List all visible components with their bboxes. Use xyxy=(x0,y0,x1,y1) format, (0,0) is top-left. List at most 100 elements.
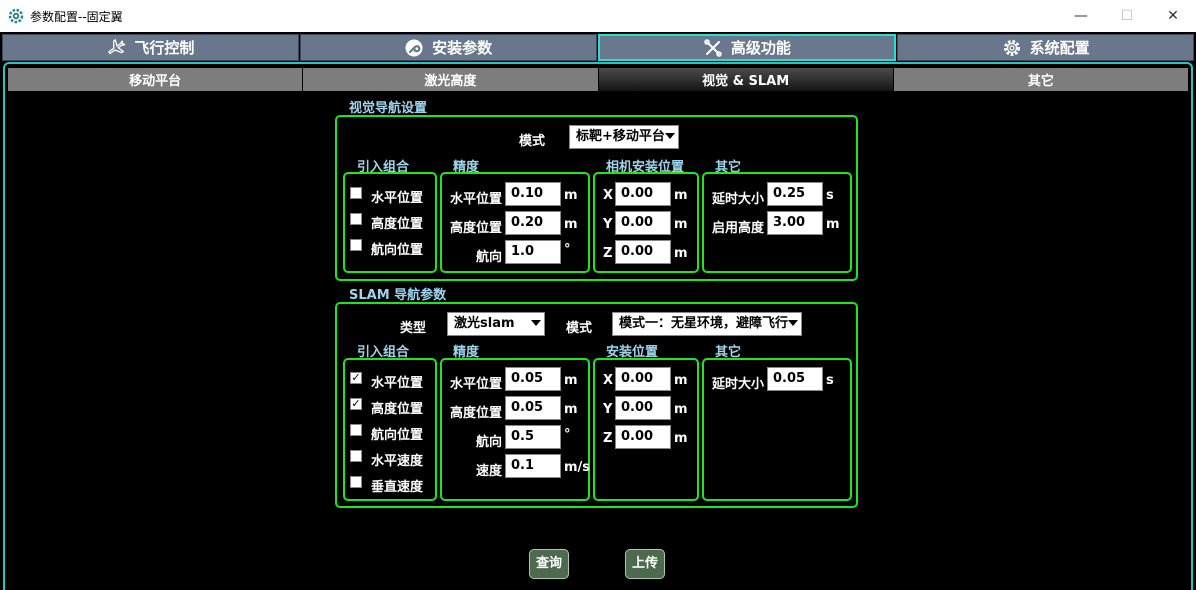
slam-mode-value: 模式一：无星环境，避障飞行 xyxy=(619,316,789,331)
tab-advanced[interactable]: 高级功能 xyxy=(597,34,897,61)
field-label: 速度 xyxy=(476,464,503,479)
field-label: 高度位置 xyxy=(450,221,503,236)
visual-mode-label: 模式 xyxy=(519,134,546,149)
dropdown-arrow-icon xyxy=(531,320,541,326)
tab-label: 安装参数 xyxy=(432,39,493,57)
slam-install-x-input[interactable]: 0.00 xyxy=(615,367,671,391)
slam-type-select[interactable]: 激光slam xyxy=(447,312,545,336)
window-title: 参数配置--固定翼 xyxy=(30,10,123,24)
field-label: X xyxy=(603,373,614,388)
dropdown-arrow-icon xyxy=(665,133,675,139)
visual-enable-height-input[interactable]: 3.00 xyxy=(767,211,823,235)
slam-install-z-input[interactable]: 0.00 xyxy=(615,425,671,449)
slam-mode-label: 模式 xyxy=(566,321,593,336)
visual-mode-select[interactable]: 标靶+移动平台 xyxy=(569,125,679,149)
maximize-button[interactable]: ☐ xyxy=(1104,0,1150,32)
checkbox-label: 航向位置 xyxy=(371,428,424,443)
unit-label: m xyxy=(674,373,688,388)
tab-system-config[interactable]: 系统配置 xyxy=(897,34,1194,61)
field-label: Y xyxy=(603,217,613,232)
query-button[interactable]: 查询 xyxy=(529,549,569,579)
main-tab-bar: 飞行控制 安装参数 高级功能 系统配置 xyxy=(2,34,1194,61)
gear-icon xyxy=(1003,39,1020,56)
field-label: 启用高度 xyxy=(712,221,765,236)
close-button[interactable]: ✕ xyxy=(1150,0,1196,32)
unit-label: m xyxy=(564,402,578,417)
field-label: 水平位置 xyxy=(450,377,503,392)
checkbox-label: 垂直速度 xyxy=(371,480,424,495)
checkbox-label: 高度位置 xyxy=(371,217,424,232)
tab-label: 高级功能 xyxy=(730,39,791,57)
visual-delay-input[interactable]: 0.25 xyxy=(767,182,823,206)
tab-label: 飞行控制 xyxy=(134,39,195,57)
slam-type-label: 类型 xyxy=(400,321,427,336)
slam-precision-height-input[interactable]: 0.05 xyxy=(505,396,561,420)
subtab-mobile-platform[interactable]: 移动平台 xyxy=(8,68,303,91)
airplane-icon xyxy=(108,38,127,54)
slam-delay-input[interactable]: 0.05 xyxy=(767,367,823,391)
checkmark-icon: ✓ xyxy=(351,397,361,410)
slam-install-y-input[interactable]: 0.00 xyxy=(615,396,671,420)
checkmark-icon: ✓ xyxy=(351,371,361,384)
app-gear-icon xyxy=(8,8,24,24)
visual-camera-x-input[interactable]: 0.00 xyxy=(615,182,671,206)
visual-fusion-checkbox-height[interactable] xyxy=(350,213,362,225)
unit-label: s xyxy=(826,188,834,203)
tab-install-params[interactable]: 安装参数 xyxy=(299,34,597,61)
checkbox-label: 航向位置 xyxy=(371,243,424,258)
unit-label: m/s xyxy=(564,460,591,475)
unit-label: m xyxy=(674,402,688,417)
field-label: 航向 xyxy=(476,250,503,265)
field-label: 延时大小 xyxy=(712,377,765,392)
visual-section-title: 视觉导航设置 xyxy=(349,101,428,116)
dropdown-arrow-icon xyxy=(788,320,798,326)
minimize-button[interactable]: — xyxy=(1058,0,1104,32)
field-label: 水平位置 xyxy=(450,192,503,207)
visual-camera-y-input[interactable]: 0.00 xyxy=(615,211,671,235)
subtab-other[interactable]: 其它 xyxy=(893,68,1188,91)
unit-label: m xyxy=(564,373,578,388)
unit-label: ° xyxy=(564,242,571,257)
subtab-vision-slam[interactable]: 视觉 & SLAM xyxy=(598,68,893,91)
field-label: Y xyxy=(603,402,613,417)
field-label: 航向 xyxy=(476,435,503,450)
slam-precision-speed-input[interactable]: 0.1 xyxy=(505,454,561,478)
subtab-laser-height[interactable]: 激光高度 xyxy=(303,68,598,91)
field-label: 延时大小 xyxy=(712,192,765,207)
visual-camera-z-input[interactable]: 0.00 xyxy=(615,240,671,264)
unit-label: m xyxy=(826,217,840,232)
slam-fusion-checkbox-height[interactable]: ✓ xyxy=(350,398,362,410)
unit-label: m xyxy=(564,217,578,232)
unit-label: m xyxy=(674,217,688,232)
slam-section-title: SLAM 导航参数 xyxy=(349,288,447,303)
slam-precision-heading-input[interactable]: 0.5 xyxy=(505,425,561,449)
unit-label: ° xyxy=(564,427,571,442)
visual-mode-value: 标靶+移动平台 xyxy=(576,129,665,144)
slam-fusion-checkbox-hspeed[interactable] xyxy=(350,450,362,462)
visual-fusion-checkbox-heading[interactable] xyxy=(350,239,362,251)
slam-type-value: 激光slam xyxy=(454,316,515,331)
slam-fusion-checkbox-heading[interactable] xyxy=(350,424,362,436)
checkbox-label: 水平位置 xyxy=(371,191,424,206)
slam-fusion-checkbox-horizontal[interactable]: ✓ xyxy=(350,372,362,384)
slam-mode-select[interactable]: 模式一：无星环境，避障飞行 xyxy=(612,312,802,336)
unit-label: m xyxy=(564,188,578,203)
unit-label: m xyxy=(674,431,688,446)
visual-precision-heading-input[interactable]: 1.0 xyxy=(505,240,561,264)
upload-button[interactable]: 上传 xyxy=(625,549,665,579)
slam-precision-horizontal-input[interactable]: 0.05 xyxy=(505,367,561,391)
field-label: Z xyxy=(603,246,613,261)
field-label: X xyxy=(603,188,614,203)
tab-label: 系统配置 xyxy=(1029,39,1090,57)
unit-label: m xyxy=(674,246,688,261)
visual-fusion-checkbox-horizontal[interactable] xyxy=(350,187,362,199)
field-label: 高度位置 xyxy=(450,406,503,421)
tools-icon xyxy=(704,38,722,57)
checkbox-label: 高度位置 xyxy=(371,402,424,417)
checkbox-label: 水平位置 xyxy=(371,376,424,391)
visual-precision-horizontal-input[interactable]: 0.10 xyxy=(505,182,561,206)
tab-flight-control[interactable]: 飞行控制 xyxy=(2,34,299,61)
visual-precision-height-input[interactable]: 0.20 xyxy=(505,211,561,235)
slam-fusion-checkbox-vspeed[interactable] xyxy=(350,476,362,488)
unit-label: s xyxy=(826,373,834,388)
